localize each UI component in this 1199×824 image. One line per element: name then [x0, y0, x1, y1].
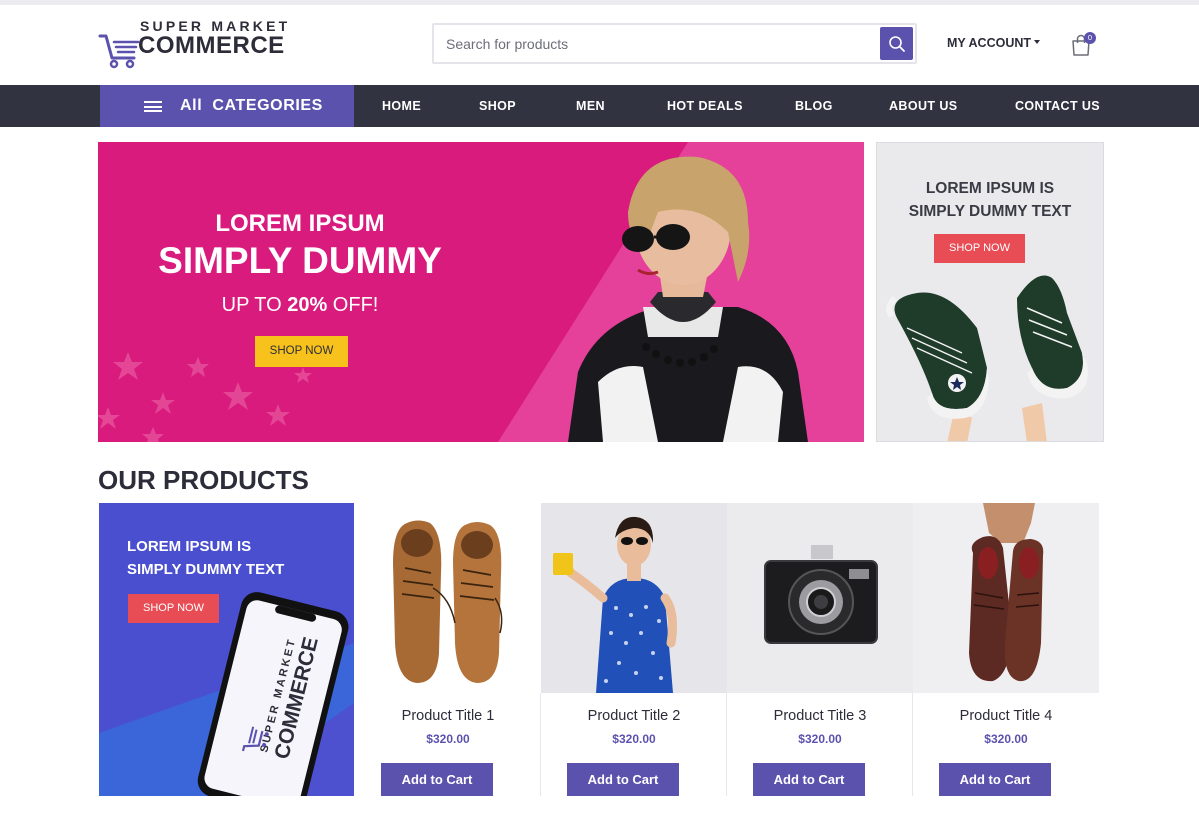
- product-card[interactable]: Product Title 4 $320.00 Add to Cart: [913, 503, 1099, 796]
- nav-item-hot-deals[interactable]: HOT DEALS: [667, 99, 743, 113]
- nav-item-about-us[interactable]: ABOUT US: [889, 99, 957, 113]
- nav-item-men[interactable]: MEN: [576, 99, 605, 113]
- side-shop-now-button[interactable]: SHOP NOW: [934, 234, 1025, 263]
- cart-count-badge: 0: [1084, 32, 1096, 44]
- nav-item-shop[interactable]: SHOP: [479, 99, 516, 113]
- sneakers-illustration: [886, 275, 1088, 441]
- hero-offer-suffix: OFF!: [327, 294, 379, 316]
- product-image-worn-shoes-in-hand[interactable]: [913, 503, 1099, 693]
- hamburger-menu-icon: [144, 101, 162, 112]
- product-title[interactable]: Product Title 4: [913, 708, 1099, 724]
- section-title-our-products: OUR PRODUCTS: [98, 465, 309, 495]
- caret-down-icon: [1034, 40, 1041, 44]
- product-price: $320.00: [612, 732, 656, 746]
- side-banner[interactable]: LOREM IPSUM IS SIMPLY DUMMY TEXT SHOP NO…: [876, 142, 1104, 442]
- hero-banner[interactable]: LOREM IPSUM SIMPLY DUMMY UP TO 20% OFF! …: [98, 142, 864, 442]
- hero-offer-prefix: UP TO: [221, 294, 288, 316]
- hero-headline-2: SIMPLY DUMMY: [158, 240, 442, 281]
- search-box: [432, 23, 917, 64]
- product-title[interactable]: Product Title 2: [541, 708, 727, 724]
- product-price: $320.00: [984, 732, 1028, 746]
- product-price: $320.00: [426, 732, 470, 746]
- top-border: [0, 0, 1199, 5]
- search-button[interactable]: [880, 27, 913, 60]
- product-image-vintage-camera[interactable]: [727, 503, 913, 693]
- product-price: $320.00: [798, 732, 842, 746]
- add-to-cart-button[interactable]: Add to Cart: [567, 763, 679, 796]
- hero-offer-value: 20%: [287, 294, 328, 316]
- add-to-cart-button[interactable]: Add to Cart: [939, 763, 1051, 796]
- search-input[interactable]: [446, 33, 866, 55]
- my-account-dropdown[interactable]: MY ACCOUNT: [947, 36, 1041, 50]
- product-title[interactable]: Product Title 1: [355, 708, 541, 724]
- logo[interactable]: SUPER MARKET COMMERCE: [98, 18, 298, 72]
- nav-item-home[interactable]: HOME: [382, 99, 421, 113]
- product-image-woman-blue-dress[interactable]: [541, 503, 727, 693]
- nav-item-blog[interactable]: BLOG: [795, 99, 833, 113]
- search-icon: [888, 35, 905, 52]
- nav-item-contact-us[interactable]: CONTACT US: [1015, 99, 1100, 113]
- side-banner-line-1: LOREM IPSUM IS: [925, 180, 1055, 197]
- product-image-brown-leather-shoes[interactable]: [355, 503, 541, 693]
- promo-title: LOREM IPSUM IS SIMPLY DUMMY TEXT: [127, 535, 284, 581]
- all-categories-label: All CATEGORIES: [180, 97, 323, 114]
- side-banner-title: LOREM IPSUM IS SIMPLY DUMMY TEXT: [877, 177, 1103, 223]
- my-account-label: MY ACCOUNT: [947, 36, 1032, 50]
- promo-shop-now-button[interactable]: SHOP NOW: [128, 594, 219, 623]
- product-card[interactable]: Product Title 3 $320.00 Add to Cart: [727, 503, 913, 796]
- product-title[interactable]: Product Title 3: [727, 708, 913, 724]
- hero-offer: UP TO 20% OFF!: [98, 294, 502, 317]
- add-to-cart-button[interactable]: Add to Cart: [753, 763, 865, 796]
- add-to-cart-button[interactable]: Add to Cart: [381, 763, 493, 796]
- promo-line-1: LOREM IPSUM IS: [127, 538, 252, 555]
- logo-text-main: COMMERCE: [138, 32, 285, 59]
- promo-line-2: SIMPLY DUMMY TEXT: [127, 561, 285, 578]
- hero-background-art: [98, 142, 864, 442]
- side-banner-line-2: SIMPLY DUMMY TEXT: [908, 203, 1072, 220]
- cart-logo-icon: [98, 34, 140, 69]
- main-navbar: All CATEGORIES HOME SHOP MEN HOT DEALS B…: [0, 85, 1199, 127]
- hero-shop-now-button[interactable]: SHOP NOW: [255, 336, 348, 367]
- all-categories-button[interactable]: All CATEGORIES: [100, 85, 354, 127]
- product-card[interactable]: Product Title 2 $320.00 Add to Cart: [541, 503, 727, 796]
- hero-headline-1: LOREM IPSUM: [215, 210, 385, 237]
- promo-banner[interactable]: SUPER MARKET COMMERCE LOREM IPSUM IS SIM…: [99, 503, 354, 796]
- product-card[interactable]: Product Title 1 $320.00 Add to Cart: [355, 503, 541, 796]
